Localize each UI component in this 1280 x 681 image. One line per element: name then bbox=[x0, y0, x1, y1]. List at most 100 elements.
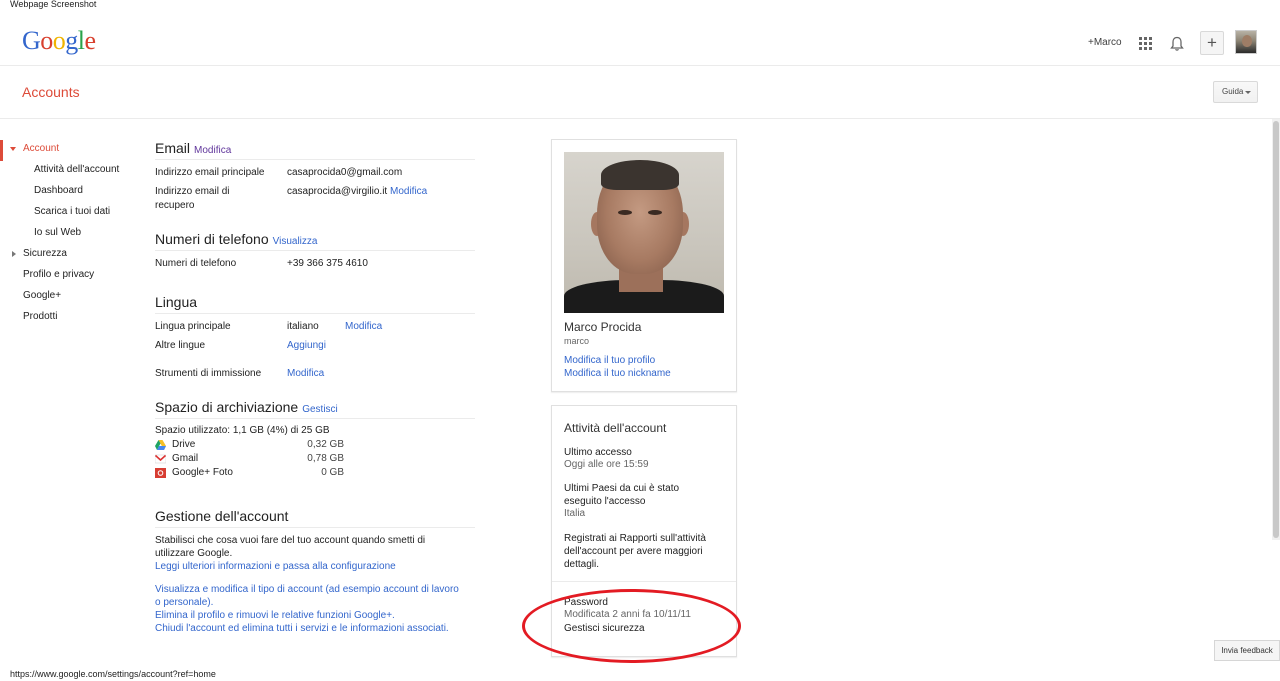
storage-used-text: Spazio utilizzato: 1,1 GB (4%) di 25 GB bbox=[155, 425, 330, 436]
share-plus-button[interactable]: + bbox=[1200, 31, 1224, 55]
google-plus-photos-icon bbox=[155, 468, 166, 478]
storage-section: Spazio di archiviazione Gestisci Spazio u… bbox=[155, 399, 475, 480]
sidebar-item-label: Attività dell'account bbox=[34, 164, 120, 175]
screenshot-caption: Webpage Screenshot bbox=[10, 0, 97, 9]
section-header: Gestione dell'account bbox=[155, 508, 475, 528]
apps-grid-icon[interactable] bbox=[1139, 37, 1152, 50]
sidebar-item-profile-privacy[interactable]: Profilo e privacy bbox=[0, 266, 140, 287]
sidebar-nav: Account Attività dell'account Dashboard … bbox=[0, 140, 140, 329]
phone-row: Numeri di telefono +39 366 375 4610 bbox=[155, 255, 475, 274]
drive-icon bbox=[155, 440, 166, 450]
section-title: Lingua bbox=[155, 294, 198, 310]
profile-photo[interactable] bbox=[564, 152, 724, 313]
add-language-link[interactable]: Aggiungi bbox=[287, 339, 326, 353]
expanded-arrow-icon bbox=[10, 147, 16, 151]
countries-value: Italia bbox=[564, 508, 586, 519]
sidebar-item-products[interactable]: Prodotti bbox=[0, 308, 140, 329]
status-bar-url: https://www.google.com/settings/account?… bbox=[0, 667, 226, 681]
field-label: Numeri di telefono bbox=[155, 258, 237, 269]
sidebar-item-account[interactable]: Account bbox=[0, 140, 140, 161]
field-label: Altre lingue bbox=[155, 340, 206, 351]
section-title: Email bbox=[155, 140, 191, 156]
sidebar-item-dashboard[interactable]: Dashboard bbox=[0, 182, 140, 203]
top-header: Google +Marco + bbox=[0, 10, 1280, 66]
sidebar-item-download-data[interactable]: Scarica i tuoi dati bbox=[0, 203, 140, 224]
collapsed-arrow-icon bbox=[12, 251, 16, 257]
logo-letter: G bbox=[22, 26, 41, 55]
google-logo[interactable]: Google bbox=[22, 26, 96, 56]
section-header: Lingua bbox=[155, 294, 475, 314]
sidebar-item-label: Google+ bbox=[23, 290, 62, 301]
service-name: Gmail bbox=[172, 453, 199, 464]
recovery-email-value: casaprocida@virgilio.it bbox=[287, 186, 388, 197]
language-edit-link[interactable]: Modifica bbox=[345, 320, 382, 334]
section-header: Spazio di archiviazione Gestisci bbox=[155, 399, 475, 419]
last-access-label: Ultimo accesso bbox=[564, 447, 632, 458]
section-title: Numeri di telefono bbox=[155, 231, 269, 247]
management-description: Stabilisci che cosa vuoi fare del tuo ac… bbox=[155, 535, 426, 559]
sidebar-item-label: Sicurezza bbox=[23, 248, 67, 259]
service-size: 0,78 GB bbox=[307, 453, 344, 464]
logo-letter: l bbox=[77, 26, 85, 55]
other-languages-row: Altre lingue Aggiungi bbox=[155, 337, 475, 356]
recovery-email-edit-link[interactable]: Modifica bbox=[390, 186, 427, 197]
learn-more-link[interactable]: Leggi ulteriori informazioni e passa all… bbox=[155, 560, 475, 573]
input-tools-edit-link[interactable]: Modifica bbox=[287, 367, 324, 381]
sidebar-item-label: Io sul Web bbox=[34, 227, 82, 238]
field-value: casaprocida0@gmail.com bbox=[287, 167, 403, 178]
profile-nickname: marco bbox=[564, 336, 590, 346]
page-title: Accounts bbox=[22, 84, 80, 100]
edit-profile-link[interactable]: Modifica il tuo profilo bbox=[564, 355, 655, 366]
send-feedback-button[interactable]: Invia feedback bbox=[1214, 640, 1280, 661]
logo-letter: o bbox=[52, 26, 66, 55]
account-management-section: Gestione dell'account Stabilisci che cos… bbox=[155, 508, 475, 635]
storage-service-row: Gmail 0,78 GB bbox=[155, 452, 475, 466]
sidebar-item-label: Scarica i tuoi dati bbox=[34, 206, 111, 217]
storage-service-row: Google+ Foto 0 GB bbox=[155, 466, 475, 480]
language-section: Lingua Lingua principale italiano Modifi… bbox=[155, 294, 475, 384]
logo-letter: o bbox=[40, 26, 53, 55]
help-dropdown-button[interactable]: Guida bbox=[1213, 81, 1258, 103]
sidebar-item-label: Profilo e privacy bbox=[23, 269, 95, 280]
field-label: Indirizzo email di recupero bbox=[155, 186, 230, 211]
service-size: 0 GB bbox=[321, 467, 344, 478]
logo-letter: g bbox=[65, 26, 78, 55]
view-account-type-link[interactable]: Visualizza e modifica il tipo di account… bbox=[155, 583, 460, 609]
scrollbar-thumb[interactable] bbox=[1273, 121, 1279, 538]
phone-view-link[interactable]: Visualizza bbox=[273, 236, 318, 247]
countries-label: Ultimi Paesi da cui è stato eseguito l'a… bbox=[564, 483, 680, 507]
service-name: Drive bbox=[172, 439, 196, 450]
logo-letter: e bbox=[84, 26, 97, 55]
divider bbox=[552, 581, 736, 582]
email-section: Email Modifica Indirizzo email principale… bbox=[155, 140, 475, 213]
input-tools-row: Strumenti di immissione Modifica bbox=[155, 365, 475, 384]
notifications-bell-icon[interactable] bbox=[1170, 36, 1184, 52]
section-title: Spazio di archiviazione bbox=[155, 399, 299, 415]
close-account-link[interactable]: Chiudi l'account ed elimina tutti i serv… bbox=[155, 622, 475, 635]
email-edit-link[interactable]: Modifica bbox=[194, 145, 231, 156]
primary-email-row: Indirizzo email principale casaprocida0@… bbox=[155, 164, 475, 183]
storage-manage-link[interactable]: Gestisci bbox=[302, 404, 338, 415]
plus-user-link[interactable]: +Marco bbox=[1088, 37, 1122, 48]
field-value: +39 366 375 4610 bbox=[287, 258, 368, 269]
user-avatar[interactable] bbox=[1235, 30, 1257, 54]
help-label: Guida bbox=[1222, 87, 1244, 96]
service-name: Google+ Foto bbox=[172, 467, 233, 478]
phone-section: Numeri di telefono Visualizza Numeri di t… bbox=[155, 231, 475, 274]
profile-card: Marco Procida marco Modifica il tuo prof… bbox=[551, 139, 737, 392]
field-label: Lingua principale bbox=[155, 321, 231, 332]
profile-name: Marco Procida bbox=[564, 320, 642, 334]
sidebar-item-security[interactable]: Sicurezza bbox=[0, 245, 140, 266]
sidebar-item-account-activity[interactable]: Attività dell'account bbox=[0, 161, 140, 182]
delete-profile-link[interactable]: Elimina il profilo e rimuovi le relative… bbox=[155, 609, 475, 622]
accounts-bar: Accounts Guida bbox=[0, 66, 1280, 119]
sidebar-item-me-on-web[interactable]: Io sul Web bbox=[0, 224, 140, 245]
edit-nickname-link[interactable]: Modifica il tuo nickname bbox=[564, 368, 671, 379]
sidebar-item-google-plus[interactable]: Google+ bbox=[0, 287, 140, 308]
primary-language-row: Lingua principale italiano Modifica bbox=[155, 318, 475, 337]
service-size: 0,32 GB bbox=[307, 439, 344, 450]
storage-service-row: Drive 0,32 GB bbox=[155, 438, 475, 452]
gmail-icon bbox=[155, 454, 166, 464]
activity-reports-link[interactable]: Registrati ai Rapporti sull'attività del… bbox=[564, 532, 724, 571]
field-value: italiano bbox=[287, 321, 319, 332]
